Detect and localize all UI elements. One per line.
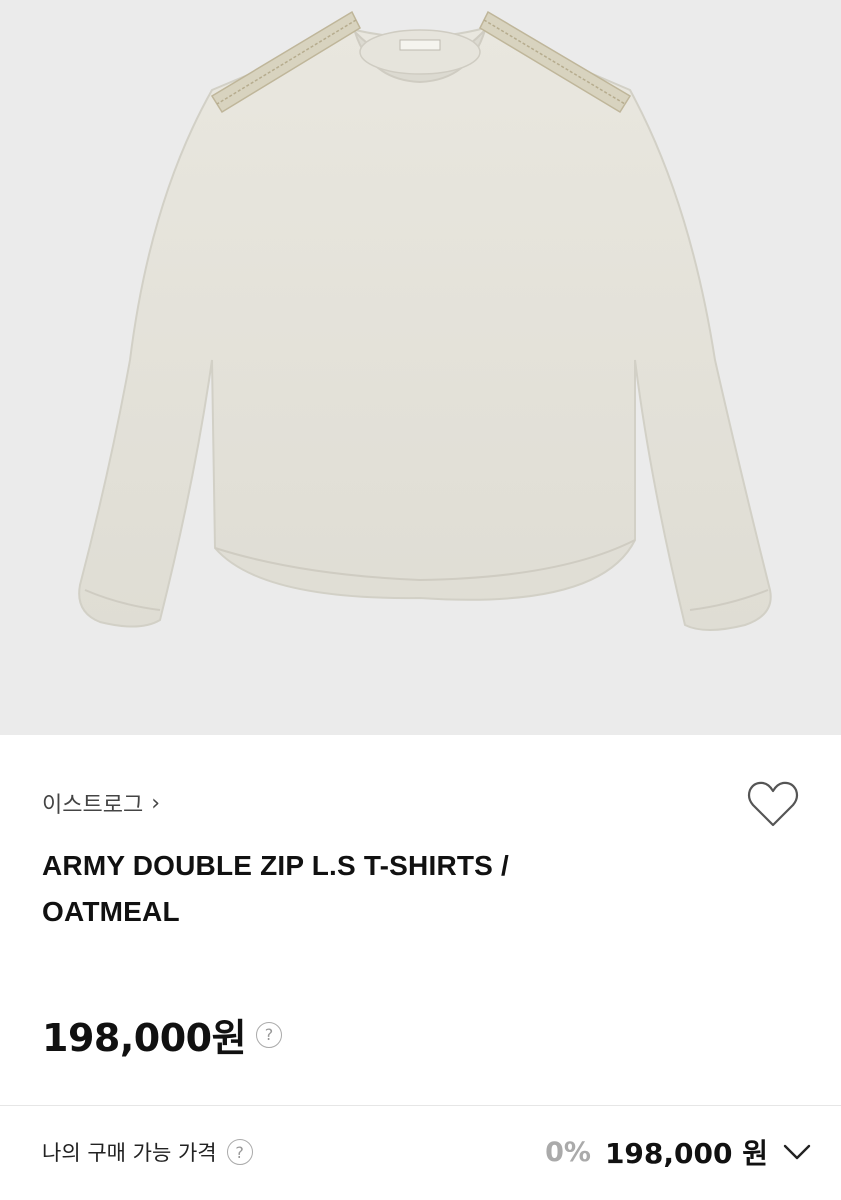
chevron-right-icon: › (151, 790, 161, 816)
my-price-label: 나의 구매 가능 가격 (42, 1141, 217, 1165)
product-price: 198,000원 (42, 1016, 247, 1060)
heart-outline-icon (747, 781, 799, 827)
my-price-toggle[interactable]: 0% 198,000 원 (545, 1132, 812, 1172)
product-image[interactable] (0, 0, 841, 735)
price-row: 198,000원 ? (42, 1007, 283, 1062)
question-circle-icon[interactable]: ? (256, 1021, 283, 1048)
brand-name[interactable]: 이스트로그 (42, 787, 143, 819)
shirt-illustration (78, 10, 772, 631)
divider (0, 1105, 841, 1106)
product-title: ARMY DOUBLE ZIP L.S T-SHIRTS / OATMEAL (42, 843, 602, 935)
product-info: 이스트로그 › ARMY DOUBLE ZIP L.S T-SHIRTS / O… (0, 735, 841, 1200)
brand-link[interactable]: 이스트로그 › (42, 787, 160, 819)
my-price-row[interactable]: 나의 구매 가능 가격 ? 0% 198,000 원 (42, 1107, 812, 1197)
discount-rate: 0% (545, 1136, 591, 1168)
chevron-down-icon[interactable] (782, 1142, 812, 1162)
product-title-line-1: ARMY DOUBLE ZIP L.S T-SHIRTS / (42, 850, 510, 881)
my-price-value: 198,000 원 (604, 1137, 768, 1170)
question-circle-icon[interactable]: ? (226, 1139, 253, 1165)
wishlist-button[interactable] (746, 779, 800, 829)
product-title-line-2: OATMEAL (42, 896, 180, 927)
